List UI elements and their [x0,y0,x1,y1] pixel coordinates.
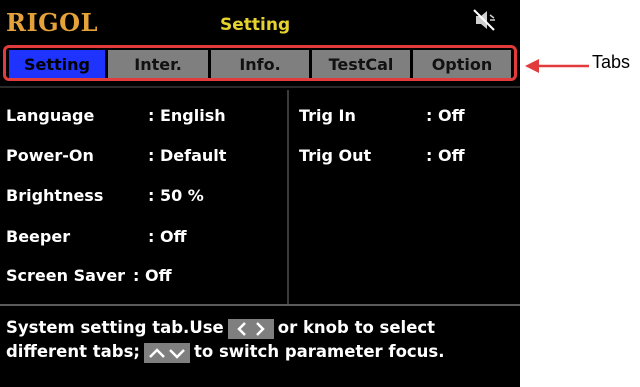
help-text: System setting tab.Use or knob to select … [6,316,514,364]
help-divider [0,304,520,306]
param-power-on-label[interactable]: Power-On [6,146,94,165]
param-beeper-label[interactable]: Beeper [6,227,70,246]
help-line-2-end: to switch parameter focus. [193,342,445,361]
tabs-highlight-frame [3,45,517,81]
speaker-muted-icon[interactable] [470,6,498,34]
annotation-label: Tabs [592,52,631,72]
help-line-1: System setting tab.Use or knob to select [6,316,514,340]
top-bar: RIGOL Setting [0,0,520,44]
param-trig-in-label[interactable]: Trig In [299,106,356,125]
left-right-arrows-icon [227,318,274,339]
param-screen-saver-value[interactable]: : Off [133,266,172,285]
param-trig-out-label[interactable]: Trig Out [299,146,371,165]
help-line-2: different tabs; to switch parameter focus… [6,340,514,364]
help-line-1-end: or knob to select [277,318,436,337]
param-brightness-label[interactable]: Brightness [6,186,103,205]
help-line-1-start: System setting tab.Use [6,318,224,337]
param-language-value[interactable]: : English [148,106,226,125]
param-trig-in-value[interactable]: : Off [426,106,465,125]
header-divider [0,86,520,88]
instrument-screen: RIGOL Setting Setting Inter. Info. TestC… [0,0,520,387]
up-down-arrows-icon [143,342,190,363]
param-trig-out-value[interactable]: : Off [426,146,465,165]
param-power-on-value[interactable]: : Default [148,146,226,165]
help-line-2-start: different tabs; [6,342,140,361]
page-title: Setting [220,15,291,35]
param-language-label[interactable]: Language [6,106,94,125]
column-divider [287,90,289,304]
rigol-logo: RIGOL [6,8,98,37]
param-screen-saver-label[interactable]: Screen Saver [6,266,125,285]
param-beeper-value[interactable]: : Off [148,227,187,246]
param-brightness-value[interactable]: : 50 % [148,186,204,205]
